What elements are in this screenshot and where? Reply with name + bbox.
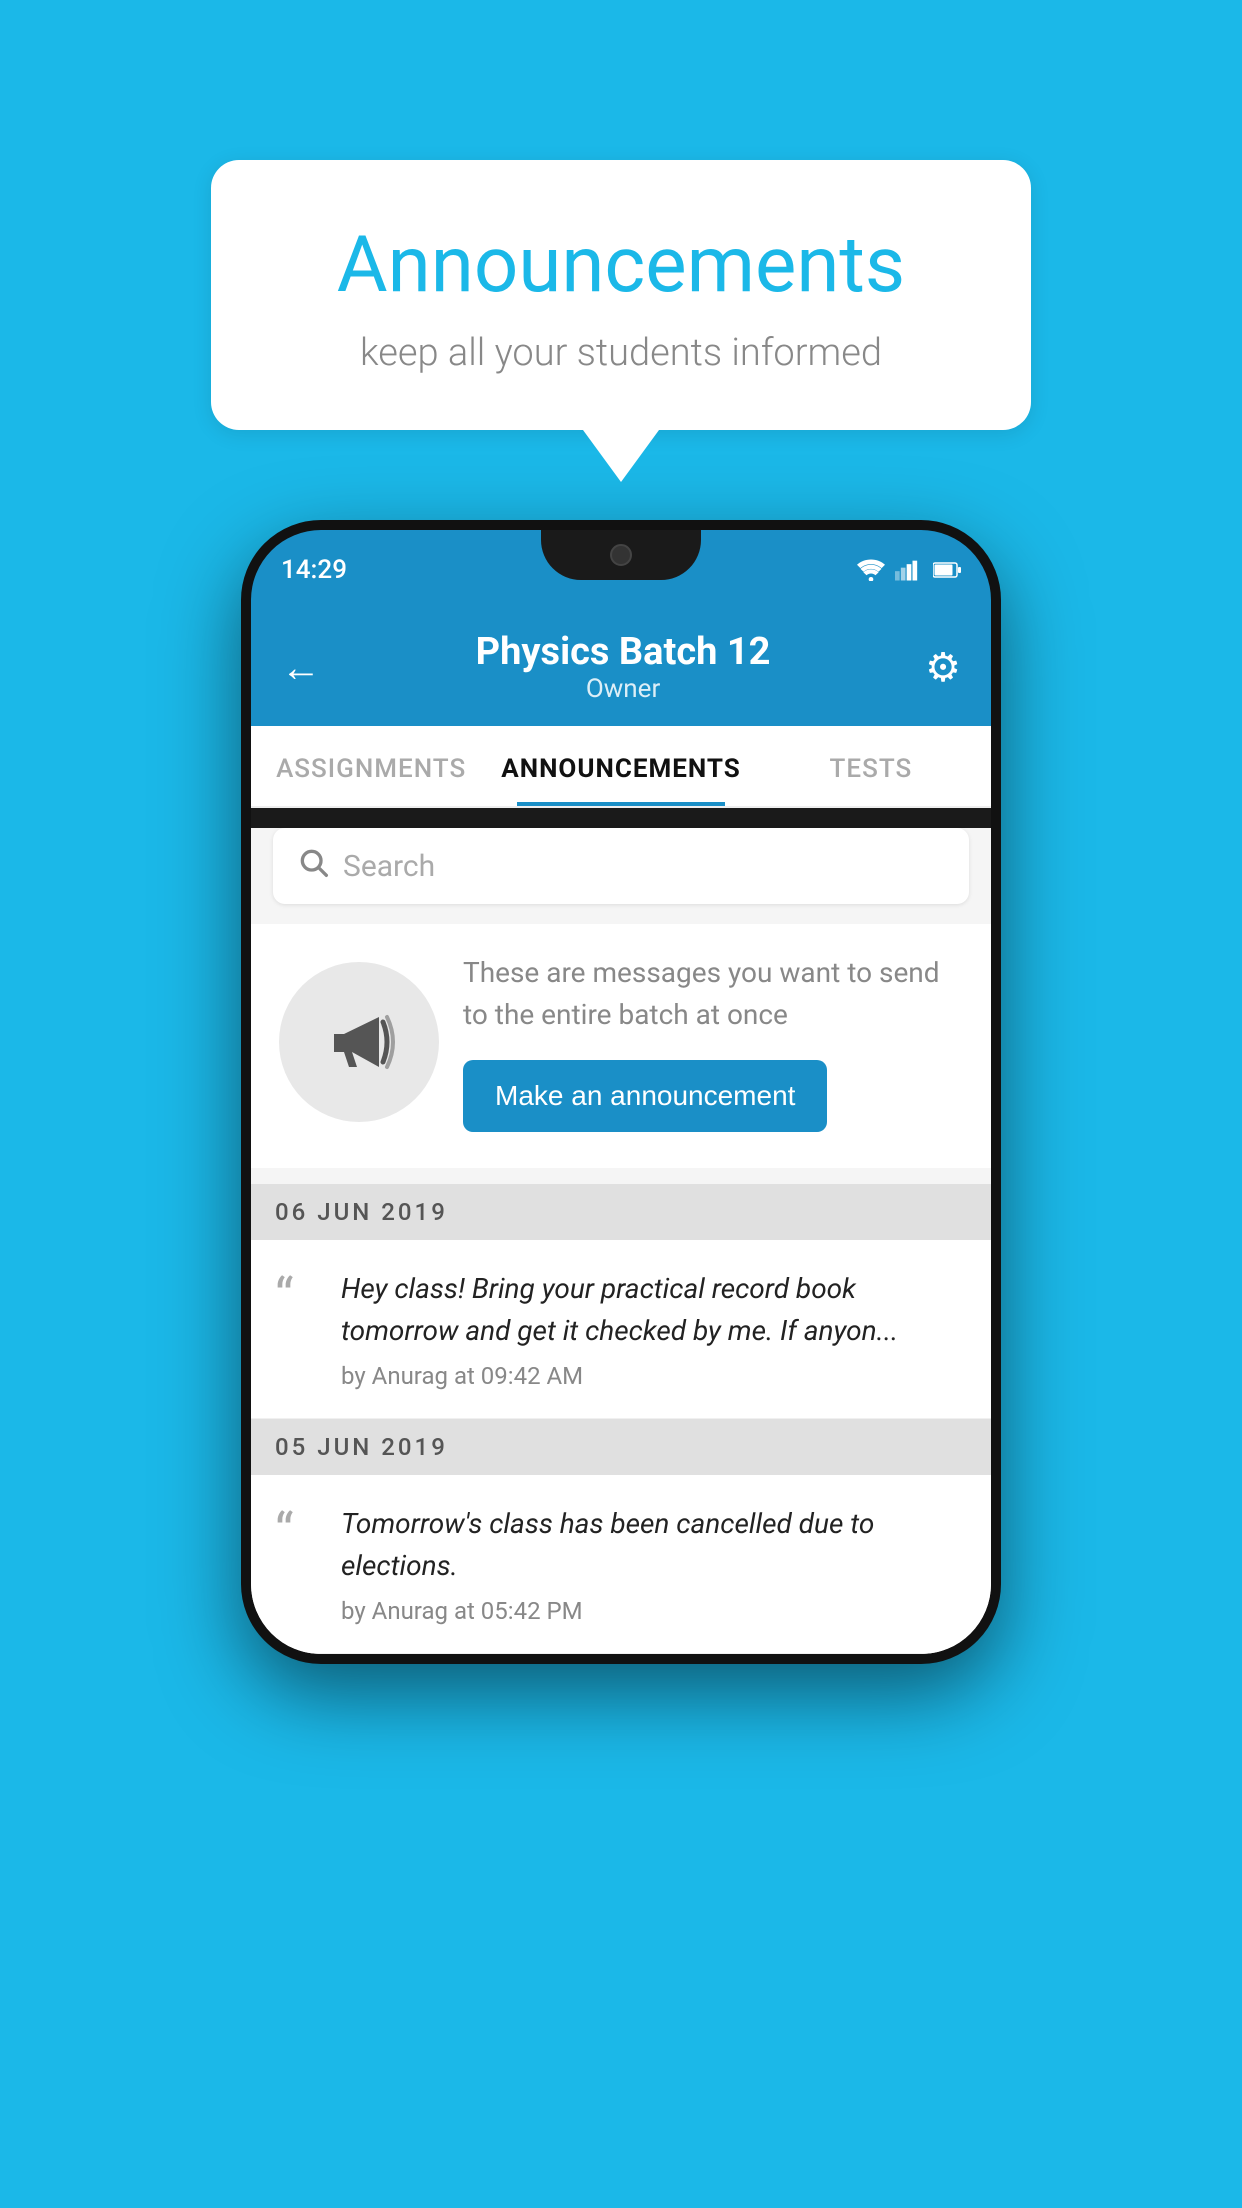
batch-title: Physics Batch 12 <box>476 630 771 674</box>
announcement-meta-1: by Anurag at 09:42 AM <box>341 1362 967 1390</box>
header-center: Physics Batch 12 Owner <box>476 630 771 704</box>
date-separator-1: 06 JUN 2019 <box>251 1184 991 1240</box>
promo-description: These are messages you want to send to t… <box>463 952 963 1036</box>
gear-icon[interactable]: ⚙ <box>925 644 961 691</box>
speech-bubble-subtitle: keep all your students informed <box>271 331 971 375</box>
announcement-message-2: Tomorrow's class has been cancelled due … <box>341 1503 967 1587</box>
speech-bubble-container: Announcements keep all your students inf… <box>211 160 1031 482</box>
announcement-item-2[interactable]: “ Tomorrow's class has been cancelled du… <box>251 1475 991 1654</box>
camera <box>610 544 632 566</box>
battery-icon <box>933 559 961 581</box>
app-header: ← Physics Batch 12 Owner ⚙ <box>251 610 991 726</box>
signal-icon <box>895 559 923 581</box>
promo-card: These are messages you want to send to t… <box>251 924 991 1168</box>
phone-wrapper: 14:29 <box>211 520 1031 1664</box>
speech-bubble-tail <box>583 430 659 482</box>
tabs: ASSIGNMENTS ANNOUNCEMENTS TESTS <box>251 726 991 808</box>
announcement-meta-2: by Anurag at 05:42 PM <box>341 1597 967 1625</box>
make-announcement-button[interactable]: Make an announcement <box>463 1060 827 1132</box>
tab-assignments[interactable]: ASSIGNMENTS <box>251 726 491 806</box>
status-bar: 14:29 <box>251 530 991 610</box>
announcement-message-1: Hey class! Bring your practical record b… <box>341 1268 967 1352</box>
speech-bubble: Announcements keep all your students inf… <box>211 160 1031 430</box>
app-content: Search These are messages you want to se… <box>251 828 991 1654</box>
search-icon <box>297 846 329 886</box>
search-bar[interactable]: Search <box>273 828 969 904</box>
promo-icon-circle <box>279 962 439 1122</box>
owner-label: Owner <box>476 674 771 704</box>
wifi-icon <box>857 559 885 581</box>
promo-text-area: These are messages you want to send to t… <box>463 952 963 1132</box>
announcement-text-2: Tomorrow's class has been cancelled due … <box>341 1503 967 1625</box>
announcement-text-1: Hey class! Bring your practical record b… <box>341 1268 967 1390</box>
date-separator-2: 05 JUN 2019 <box>251 1419 991 1475</box>
status-time: 14:29 <box>281 555 347 585</box>
notch <box>541 530 701 580</box>
status-icons <box>857 559 961 581</box>
search-placeholder: Search <box>343 849 435 884</box>
speech-bubble-title: Announcements <box>271 220 971 311</box>
phone-mockup: 14:29 <box>241 520 1001 1664</box>
announcement-item-1[interactable]: “ Hey class! Bring your practical record… <box>251 1240 991 1419</box>
tab-tests[interactable]: TESTS <box>751 726 991 806</box>
quote-icon-1: “ <box>275 1272 319 1324</box>
announcement-icon <box>319 1002 399 1082</box>
quote-icon-2: “ <box>275 1507 319 1559</box>
tab-announcements[interactable]: ANNOUNCEMENTS <box>491 726 750 806</box>
back-button[interactable]: ← <box>281 644 321 691</box>
